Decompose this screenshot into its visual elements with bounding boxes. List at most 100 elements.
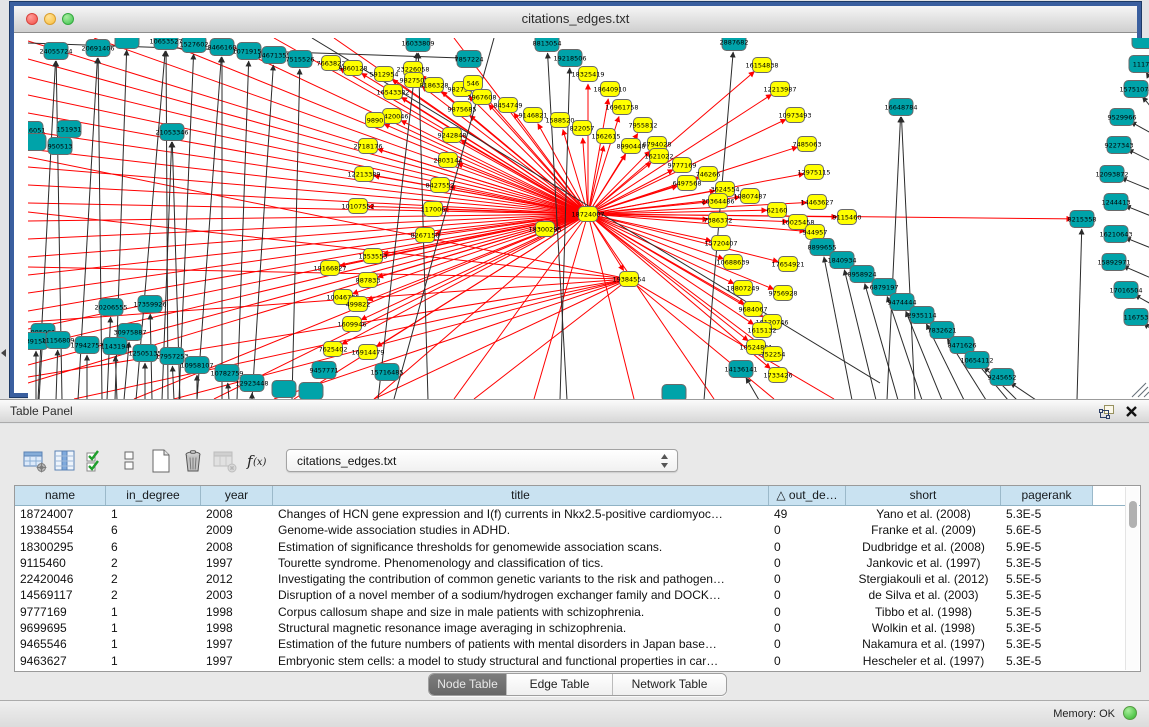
table-row[interactable]: 911546021997Tourette syndrome. Phenomeno… bbox=[15, 555, 1140, 571]
graph-node[interactable]: 17654921 bbox=[771, 257, 804, 272]
graph-node[interactable]: 752254 bbox=[761, 347, 786, 362]
graph-node[interactable]: 7515526 bbox=[286, 51, 315, 68]
graph-node[interactable]: 21053346 bbox=[155, 124, 188, 141]
column-header-title[interactable]: title bbox=[273, 486, 769, 505]
graph-node[interactable]: 7485063 bbox=[793, 137, 822, 152]
table-row[interactable]: 946554611997Estimation of the future num… bbox=[15, 636, 1140, 652]
graph-node[interactable]: 2887682 bbox=[720, 38, 749, 51]
graph-node[interactable]: 746266 bbox=[696, 167, 721, 182]
graph-node[interactable]: 10688639 bbox=[716, 255, 749, 270]
column-header-out_de[interactable]: △ out_de… bbox=[769, 486, 846, 505]
resize-grip[interactable] bbox=[1132, 383, 1149, 397]
graph-node[interactable] bbox=[272, 381, 296, 398]
graph-node[interactable]: 16648784 bbox=[884, 99, 917, 116]
graph-node[interactable]: 9146821 bbox=[519, 108, 548, 123]
show-column-icon[interactable] bbox=[50, 446, 80, 476]
column-header-year[interactable]: year bbox=[201, 486, 273, 505]
graph-node[interactable]: 950513 bbox=[48, 138, 73, 155]
graph-node[interactable]: 10654112 bbox=[960, 352, 993, 369]
table-select-dropdown[interactable]: citations_edges.txt bbox=[286, 449, 678, 472]
graph-node[interactable]: 8215358 bbox=[1068, 211, 1097, 228]
graph-node[interactable]: 16154838 bbox=[745, 58, 778, 73]
graph-node[interactable]: 19218506 bbox=[553, 50, 586, 67]
graph-node[interactable]: 12923448 bbox=[235, 375, 268, 392]
graph-node[interactable]: 20206555 bbox=[94, 299, 127, 316]
graph-node[interactable]: 14136141 bbox=[724, 361, 757, 378]
graph-node[interactable]: 117006 bbox=[421, 202, 446, 217]
graph-node[interactable]: 10958107 bbox=[180, 357, 213, 374]
graph-node[interactable]: 17359926 bbox=[133, 296, 166, 313]
table-scrollbar[interactable] bbox=[1125, 487, 1139, 670]
graph-node[interactable]: 7955812 bbox=[629, 118, 658, 133]
graph-node[interactable]: 15716485 bbox=[370, 364, 403, 381]
network-canvas[interactable]: 1872400718300295193845542405572420691406… bbox=[28, 38, 1149, 399]
graph-node[interactable]: 16961758 bbox=[605, 100, 638, 115]
graph-node[interactable]: 9227343 bbox=[1105, 137, 1134, 154]
graph-node[interactable]: 24055724 bbox=[39, 43, 72, 60]
table-row[interactable]: 977716911998Corpus callosum shape and si… bbox=[15, 604, 1140, 620]
graph-node[interactable]: 151931 bbox=[57, 121, 82, 138]
graph-node[interactable]: 1527602 bbox=[180, 38, 209, 53]
graph-node[interactable]: 9115460 bbox=[833, 210, 862, 225]
graph-node[interactable]: 14463627 bbox=[800, 195, 833, 210]
function-builder-icon[interactable]: f (x) bbox=[244, 446, 274, 476]
table-row[interactable]: 969969511998Structural magnetic resonanc… bbox=[15, 620, 1140, 636]
select-all-icon[interactable] bbox=[82, 446, 112, 476]
graph-node[interactable]: 1733426 bbox=[764, 368, 793, 383]
graph-node[interactable] bbox=[662, 385, 686, 400]
table-row[interactable]: 1456911722003Disruption of a novel membe… bbox=[15, 587, 1140, 603]
graph-node[interactable]: 2803144 bbox=[434, 153, 463, 168]
graph-node[interactable]: 546 bbox=[464, 76, 483, 91]
graph-node[interactable]: 8990448 bbox=[617, 139, 646, 154]
graph-node[interactable]: 116753 bbox=[1124, 309, 1149, 326]
graph-node[interactable] bbox=[299, 383, 323, 400]
table-row[interactable]: 1938455462009Genome-wide association stu… bbox=[15, 522, 1140, 538]
graph-node[interactable]: 9245652 bbox=[988, 369, 1017, 386]
graph-node[interactable]: 10653527 bbox=[149, 38, 182, 50]
graph-node[interactable]: 1244413 bbox=[1102, 194, 1131, 211]
graph-node[interactable]: 9529966 bbox=[1108, 109, 1137, 126]
graph-node[interactable]: 62160 bbox=[767, 203, 788, 218]
graph-node[interactable]: 9756928 bbox=[769, 286, 798, 301]
graph-node[interactable]: 15751074 bbox=[1119, 81, 1149, 98]
graph-node[interactable]: 6879197 bbox=[870, 279, 899, 296]
table-row[interactable]: 1872400712008Changes of HCN gene express… bbox=[15, 506, 1140, 522]
graph-node[interactable]: 7857224 bbox=[455, 51, 484, 68]
table-row[interactable]: 2242004622012Investigating the contribut… bbox=[15, 571, 1140, 587]
graph-node[interactable]: 1362615 bbox=[592, 129, 621, 144]
graph-node[interactable]: 8471626 bbox=[948, 337, 977, 354]
graph-node[interactable]: 16914479 bbox=[351, 345, 384, 360]
table-row[interactable]: 946362711997Embryonic stem cells: a mode… bbox=[15, 653, 1140, 669]
table-row[interactable]: 1830029562008Estimation of significance … bbox=[15, 539, 1140, 555]
graph-node[interactable]: 2718176 bbox=[354, 139, 383, 154]
graph-node[interactable]: 9457771 bbox=[310, 362, 339, 379]
graph-node[interactable]: 8454749 bbox=[494, 98, 523, 113]
collapse-panel-handle[interactable] bbox=[1, 349, 6, 357]
column-header-short[interactable]: short bbox=[846, 486, 1001, 505]
graph-node[interactable]: 8958924 bbox=[848, 266, 877, 283]
graph-node[interactable]: 1117 bbox=[1129, 56, 1149, 73]
graph-node[interactable]: 9684067 bbox=[739, 302, 768, 317]
tab-network-table[interactable]: Network Table bbox=[613, 674, 726, 695]
delete-column-icon[interactable] bbox=[178, 446, 208, 476]
table-mode-icon[interactable] bbox=[20, 446, 50, 476]
graph-node[interactable]: 1143194 bbox=[101, 338, 130, 355]
graph-node[interactable]: 7832621 bbox=[928, 322, 957, 339]
graph-node[interactable]: 17016504 bbox=[1109, 282, 1142, 299]
graph-node[interactable]: 8813054 bbox=[533, 38, 562, 52]
column-header-pagerank[interactable]: pagerank bbox=[1001, 486, 1093, 505]
graph-node[interactable]: 18325419 bbox=[571, 67, 604, 82]
graph-node[interactable]: 20691406 bbox=[81, 40, 114, 57]
graph-node[interactable]: 944957 bbox=[803, 225, 828, 240]
graph-node[interactable]: 9890 bbox=[366, 113, 385, 128]
graph-node[interactable]: 15892971 bbox=[1097, 254, 1130, 271]
graph-node[interactable]: 18640910 bbox=[593, 82, 626, 97]
graph-node[interactable]: 16210643 bbox=[1099, 226, 1132, 243]
new-column-icon[interactable] bbox=[146, 446, 176, 476]
graph-node[interactable]: 499822 bbox=[346, 297, 371, 312]
column-header-in_degree[interactable]: in_degree bbox=[106, 486, 201, 505]
deselect-icon[interactable] bbox=[114, 446, 144, 476]
float-window-icon[interactable] bbox=[1099, 404, 1115, 419]
table-scrollbar-thumb[interactable] bbox=[1129, 501, 1137, 528]
close-icon[interactable] bbox=[1124, 403, 1139, 419]
